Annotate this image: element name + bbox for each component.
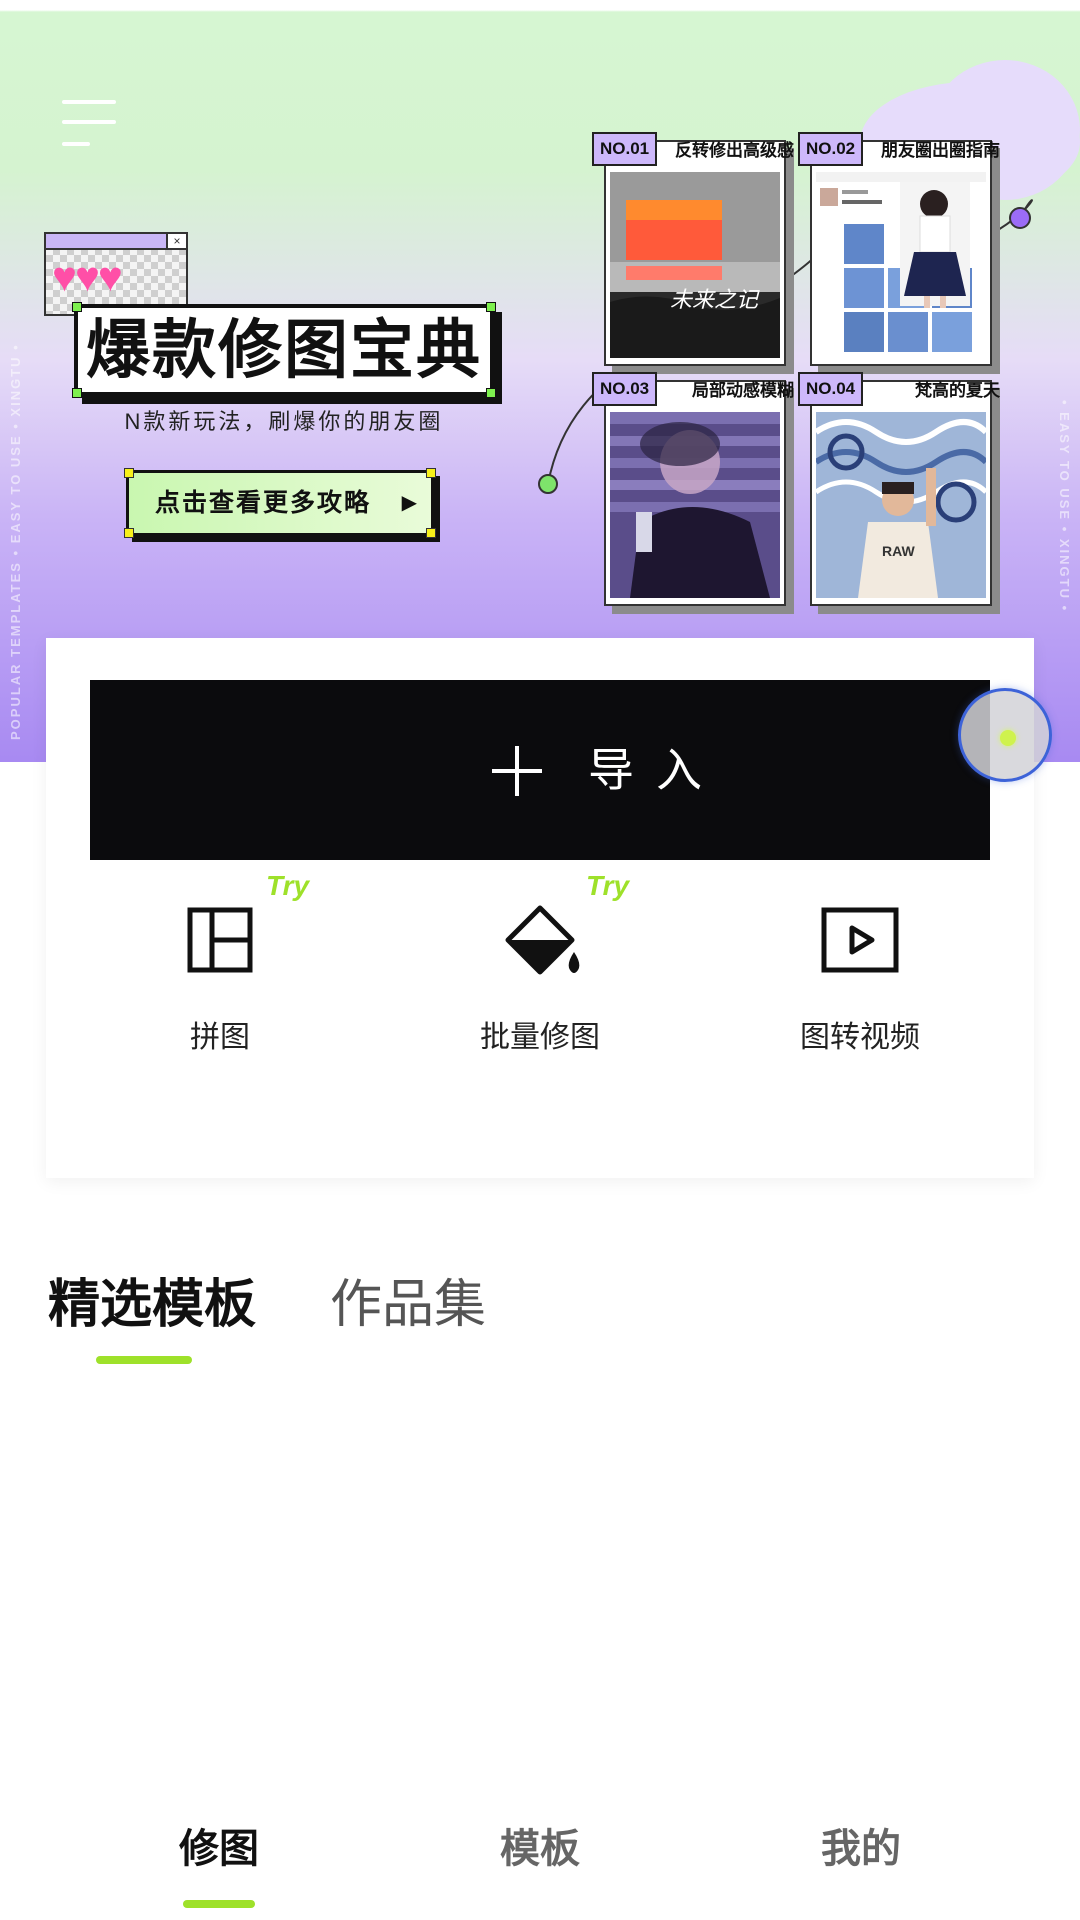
tab-portfolio[interactable]: 作品集: [330, 1270, 486, 1340]
content-tabs: 精选模板 作品集: [0, 1270, 1080, 1370]
card-title: 梵高的夏天: [915, 381, 1000, 400]
hearts-icon: ♥♥♥: [52, 253, 123, 300]
plus-icon: [492, 746, 542, 796]
menu-icon[interactable]: [62, 100, 118, 150]
import-label: 导入: [588, 744, 724, 796]
banner-side-text-left: POPULAR TEMPLATES • EASY TO USE • XINGTU…: [8, 343, 23, 740]
guide-card-2[interactable]: NO.02 朋友圈出圈指南: [798, 132, 1000, 366]
card-title: 朋友圈出圈指南: [881, 141, 1000, 160]
guide-card-3[interactable]: NO.03 局部动感模糊: [592, 372, 794, 606]
guide-card-4[interactable]: NO.04 梵高的夏天 RAW: [798, 372, 1000, 606]
tool-label: 图转视频: [800, 1021, 920, 1054]
banner-cta-button[interactable]: 点击查看更多攻略 ▶: [124, 468, 436, 538]
card-title: 局部动感模糊: [692, 381, 794, 400]
banner-title: 爆款修图宝典: [72, 302, 496, 398]
play-arrow-icon: ▶: [401, 492, 417, 514]
play-video-icon: [821, 907, 899, 973]
svg-text:RAW: RAW: [882, 543, 915, 559]
active-nav-indicator: [183, 1900, 255, 1908]
sunset-photo: 未来之记: [610, 172, 780, 358]
import-button[interactable]: 导入: [90, 680, 990, 860]
banner-side-text-right: • EASY TO USE • XINGTU •: [1057, 400, 1072, 613]
card-tag: NO.02: [798, 132, 864, 166]
active-tab-indicator: [96, 1356, 192, 1364]
try-badge: Try: [586, 870, 630, 901]
tool-collage[interactable]: Try 拼图: [90, 870, 350, 1080]
card-title: 反转修出高级感: [675, 141, 794, 160]
bottom-navigation: 修图 模板 我的: [0, 1800, 1080, 1920]
tool-label: 拼图: [190, 1021, 250, 1054]
banner-cta-label: 点击查看更多攻略: [155, 489, 372, 517]
glow-dot-icon: [1000, 730, 1016, 746]
tool-label: 批量修图: [480, 1021, 600, 1054]
tool-batch-edit[interactable]: Try 批量修图: [410, 870, 670, 1080]
van-gogh-photo: RAW: [816, 412, 986, 598]
try-badge: Try: [266, 870, 310, 901]
motion-blur-photo: [610, 412, 780, 598]
nav-templates[interactable]: 模板: [440, 1824, 640, 1874]
svg-text:未来之记: 未来之记: [670, 288, 760, 313]
collage-icon: [187, 907, 253, 973]
nav-edit[interactable]: 修图: [119, 1824, 319, 1874]
tool-image-to-video[interactable]: 图转视频: [730, 900, 990, 1080]
paint-bucket-icon: [505, 905, 580, 975]
card-tag: NO.01: [592, 132, 658, 166]
import-panel: 导入 Try 拼图 Try 批量修图 图转视频: [46, 638, 1034, 1178]
banner-subtitle: N款新玩法，刷爆你的朋友圈: [124, 409, 444, 434]
nav-profile[interactable]: 我的: [761, 1824, 961, 1874]
card-tag: NO.03: [592, 372, 658, 406]
tab-featured-templates[interactable]: 精选模板: [48, 1270, 256, 1340]
moments-grid-photo: [816, 172, 986, 358]
floating-assistant-button[interactable]: [958, 688, 1052, 782]
guide-card-1[interactable]: NO.01 反转修出高级感 未来之记: [592, 132, 794, 366]
card-tag: NO.04: [798, 372, 864, 406]
